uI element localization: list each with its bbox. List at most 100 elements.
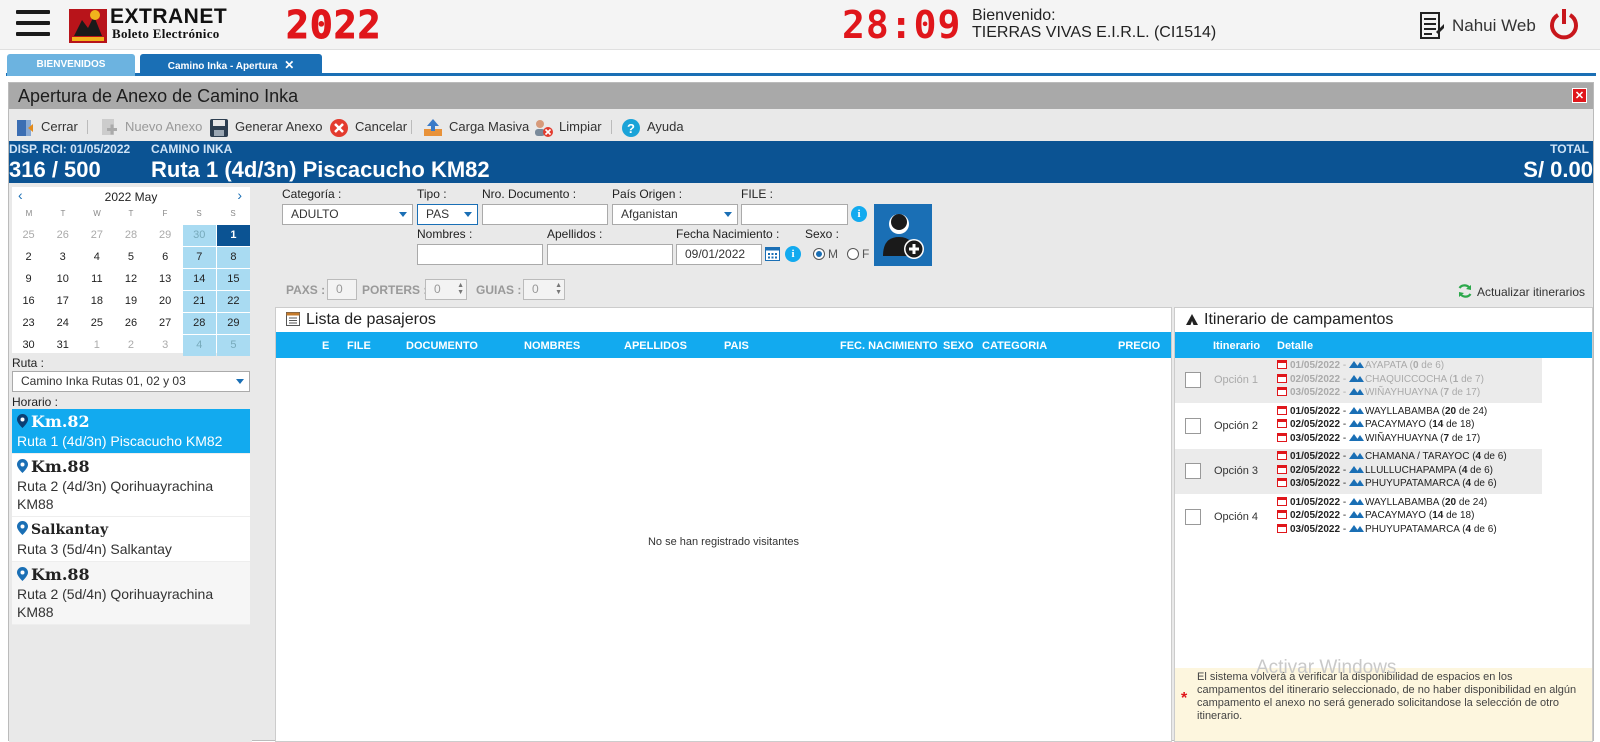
calendar-day[interactable]: 18 bbox=[80, 291, 113, 312]
calendar-day[interactable]: 22 bbox=[216, 291, 250, 312]
calendar-day[interactable]: 28 bbox=[182, 313, 216, 334]
sexo-m-radio[interactable] bbox=[813, 248, 825, 260]
ruta-select[interactable]: Camino Inka Rutas 01, 02 y 03 bbox=[12, 371, 250, 392]
calendar-day[interactable]: 11 bbox=[80, 269, 113, 290]
column-header[interactable]: CATEGORIA bbox=[982, 340, 1047, 352]
column-header[interactable]: FEC. NACIMIENTO bbox=[840, 340, 938, 352]
calendar-day[interactable]: 26 bbox=[114, 313, 147, 334]
documento-input[interactable] bbox=[482, 204, 608, 225]
categoria-select[interactable]: ADULTO bbox=[282, 204, 413, 225]
horario-item-selected[interactable]: Km.82 Ruta 1 (4d/3n) Piscacucho KM82 bbox=[12, 409, 250, 454]
calendar-day[interactable]: 7 bbox=[182, 247, 216, 268]
calendar-day[interactable]: 3 bbox=[149, 335, 182, 356]
close-button[interactable]: Cerrar bbox=[15, 116, 78, 138]
generate-annex-button[interactable]: Generar Anexo bbox=[209, 116, 322, 138]
column-header[interactable]: FILE bbox=[347, 340, 371, 352]
calendar-day[interactable]: 5 bbox=[216, 335, 250, 356]
calendar-day[interactable]: 27 bbox=[149, 313, 182, 334]
calendar-day[interactable]: 20 bbox=[149, 291, 182, 312]
nombres-input[interactable] bbox=[417, 244, 543, 265]
calendar-day[interactable]: 29 bbox=[149, 225, 182, 246]
option-checkbox[interactable] bbox=[1185, 508, 1201, 525]
calendar-day[interactable]: 3 bbox=[46, 247, 79, 268]
calendar-day[interactable]: 30 bbox=[182, 225, 216, 246]
calendar-day[interactable]: 24 bbox=[46, 313, 79, 334]
calendar-day[interactable]: 2 bbox=[114, 335, 147, 356]
clear-button[interactable]: Limpiar bbox=[533, 116, 602, 138]
tab-bienvenidos[interactable]: BIENVENIDOS bbox=[7, 54, 135, 76]
tab-close-icon[interactable]: ✕ bbox=[284, 58, 294, 72]
calendar-day[interactable]: 9 bbox=[12, 269, 45, 290]
calendar-day-selected[interactable]: 1 bbox=[216, 225, 250, 246]
column-header[interactable]: PAIS bbox=[724, 340, 749, 352]
tipo-select[interactable]: PAS bbox=[417, 204, 478, 225]
calendar-day[interactable]: 1 bbox=[80, 335, 113, 356]
calendar-day[interactable]: 10 bbox=[46, 269, 79, 290]
column-header[interactable]: APELLIDOS bbox=[624, 340, 687, 352]
calendar-day[interactable]: 4 bbox=[80, 247, 113, 268]
horario-item[interactable]: Km.88 Ruta 2 (5d/4n) Qorihuayrachina KM88 bbox=[12, 562, 250, 625]
calendar-day[interactable]: 30 bbox=[12, 335, 45, 356]
fecha-input[interactable]: 09/01/2022 bbox=[676, 244, 762, 265]
sexo-f-radio[interactable] bbox=[847, 248, 859, 260]
column-header[interactable]: PRECIO bbox=[1118, 340, 1160, 352]
calendar-day[interactable]: 31 bbox=[46, 335, 79, 356]
horario-item[interactable]: Km.88 Ruta 2 (4d/3n) Qorihuayrachina KM88 bbox=[12, 454, 250, 517]
calendar-picker-icon[interactable] bbox=[765, 246, 780, 261]
user-name[interactable]: Nahui Web bbox=[1452, 16, 1536, 36]
bulk-upload-button[interactable]: Carga Masiva bbox=[423, 116, 529, 138]
option-checkbox[interactable] bbox=[1185, 463, 1201, 479]
calendar-day[interactable]: 5 bbox=[114, 247, 147, 268]
calendar-day[interactable]: 15 bbox=[216, 269, 250, 290]
calendar-day[interactable]: 2 bbox=[12, 247, 45, 268]
new-annex-button[interactable]: Nuevo Anexo bbox=[99, 116, 202, 138]
paxs-input[interactable]: 0 bbox=[327, 279, 357, 300]
tab-camino-inka-apertura[interactable]: Camino Inka - Apertura ✕ bbox=[140, 54, 322, 76]
calendar-day[interactable]: 8 bbox=[216, 247, 250, 268]
power-logout-icon[interactable] bbox=[1548, 8, 1580, 40]
calendar-day[interactable]: 16 bbox=[12, 291, 45, 312]
calendar-day[interactable]: 4 bbox=[182, 335, 216, 356]
fecha-info-icon[interactable]: i bbox=[785, 246, 801, 262]
calendar-next-icon[interactable]: › bbox=[237, 187, 242, 203]
calendar-day[interactable]: 12 bbox=[114, 269, 147, 290]
menu-hamburger-icon[interactable] bbox=[16, 10, 50, 40]
calendar-day[interactable]: 13 bbox=[149, 269, 182, 290]
calendar-day[interactable]: 19 bbox=[114, 291, 147, 312]
option-checkbox[interactable] bbox=[1185, 417, 1201, 434]
porters-stepper[interactable]: 0 ▲ ▼ bbox=[425, 279, 467, 300]
itinerary-option[interactable]: Opción 3 01/05/2022 - CHAMANA / TARAYOC (… bbox=[1175, 449, 1542, 494]
itinerary-option[interactable]: Opción 4 01/05/2022 - WAYLLABAMBA (20 de … bbox=[1175, 495, 1542, 540]
cancel-button[interactable]: Cancelar bbox=[329, 116, 407, 138]
apellidos-input[interactable] bbox=[547, 244, 673, 265]
calendar-day[interactable]: 29 bbox=[216, 313, 250, 334]
calendar-day[interactable]: 23 bbox=[12, 313, 45, 334]
calendar-day[interactable]: 25 bbox=[80, 313, 113, 334]
calendar-day[interactable]: 21 bbox=[182, 291, 216, 312]
calendar-day[interactable]: 26 bbox=[46, 225, 79, 246]
option-checkbox[interactable] bbox=[1185, 372, 1201, 388]
itinerary-option[interactable]: Opción 1 01/05/2022 - AYAPATA (0 de 6) 02/… bbox=[1175, 358, 1542, 403]
horario-item[interactable]: Salkantay Ruta 3 (5d/4n) Salkantay bbox=[12, 517, 250, 562]
calendar-day[interactable]: 25 bbox=[12, 225, 45, 246]
user-list-icon[interactable] bbox=[1420, 12, 1444, 40]
column-header[interactable]: DOCUMENTO bbox=[406, 340, 478, 352]
file-input[interactable] bbox=[741, 204, 848, 225]
panel-close-icon[interactable]: ✕ bbox=[1572, 88, 1587, 103]
itinerary-option[interactable]: Opción 2 01/05/2022 - WAYLLABAMBA (20 de … bbox=[1175, 404, 1542, 449]
column-header[interactable]: NOMBRES bbox=[524, 340, 580, 352]
column-header[interactable]: SEXO bbox=[943, 340, 974, 352]
calendar-day[interactable]: 27 bbox=[80, 225, 113, 246]
calendar-prev-icon[interactable]: ‹ bbox=[18, 187, 23, 203]
guias-stepper[interactable]: 0 ▲ ▼ bbox=[523, 279, 565, 300]
stepper-arrows-icon[interactable]: ▲ ▼ bbox=[555, 282, 562, 296]
calendar-day[interactable]: 17 bbox=[46, 291, 79, 312]
calendar-day[interactable]: 28 bbox=[114, 225, 147, 246]
pais-select[interactable]: Afganistan bbox=[612, 204, 738, 225]
calendar-day[interactable]: 14 bbox=[182, 269, 216, 290]
calendar-day[interactable]: 6 bbox=[149, 247, 182, 268]
file-info-icon[interactable]: i bbox=[851, 206, 867, 222]
update-itineraries-button[interactable]: Actualizar itinerarios bbox=[1457, 283, 1585, 299]
column-header[interactable]: E bbox=[322, 340, 329, 352]
add-passenger-button[interactable] bbox=[874, 204, 932, 266]
